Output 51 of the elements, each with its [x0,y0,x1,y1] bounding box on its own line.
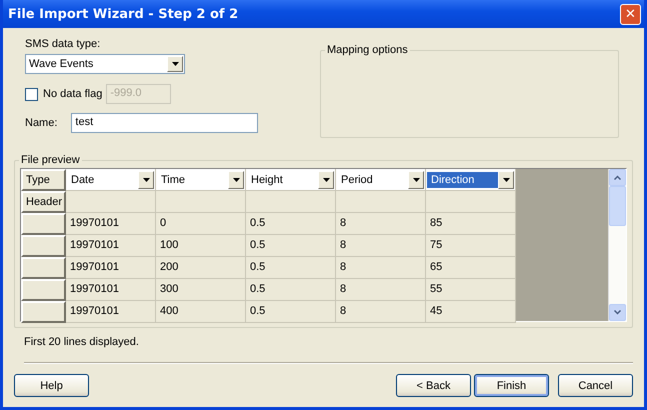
table-cell: 0.5 [246,301,336,323]
row-header [21,235,66,257]
table-cell: 19970101 [66,301,156,323]
table-cell: 8 [336,301,426,323]
data-type-label: SMS data type: [25,38,102,50]
table-cell: 19970101 [66,213,156,235]
table-cell: 100 [156,235,246,257]
table-cell: 400 [156,301,246,323]
table-cell: 19970101 [66,257,156,279]
table-cell: 8 [336,279,426,301]
data-type-dropdown[interactable]: Wave Events [25,54,185,74]
row-header [21,279,66,301]
table-cell: 8 [336,257,426,279]
table-cell: 0.5 [246,279,336,301]
table-cell: 19970101 [66,235,156,257]
scroll-down-icon[interactable] [614,310,621,315]
dialog-button[interactable]: < Back [396,374,471,397]
close-button[interactable]: ✕ [620,4,641,24]
row-header: Header [21,191,66,213]
no-data-flag-label: No data flag [43,88,102,100]
table-cell: 8 [336,213,426,235]
table-cell: 0 [156,213,246,235]
dialog-button[interactable]: Help [14,374,89,397]
table-cell: 8 [336,235,426,257]
table-cell: 19970101 [66,279,156,301]
table-cell: 200 [156,257,246,279]
table-cell: 0.5 [246,235,336,257]
table-cell: 0.5 [246,257,336,279]
name-label: Name: [25,117,58,129]
dialog-button[interactable]: Finish [474,374,549,397]
table-cell: 75 [426,235,516,257]
mapping-options-group: Mapping options [320,44,619,138]
vertical-scrollbar[interactable] [608,169,626,321]
table-cell: 300 [156,279,246,301]
table-cell: 65 [426,257,516,279]
window-title: File Import Wizard - Step 2 of 2 [8,6,238,22]
status-text: First 20 lines displayed. [24,336,140,348]
table-cell: 55 [426,279,516,301]
column-header: Type [21,169,66,191]
dropdown-arrow-icon[interactable] [172,62,178,66]
table-cell: 45 [426,301,516,323]
scroll-up-icon[interactable] [614,175,621,180]
name-field[interactable]: test [71,113,258,133]
row-header [21,213,66,235]
table-cell: 0.5 [246,213,336,235]
column-type-dropdown[interactable]: Direction [427,172,498,188]
row-header [21,301,66,323]
dialog-button[interactable]: Cancel [558,374,633,397]
row-header [21,257,66,279]
table-cell: 85 [426,213,516,235]
file-preview-group: File preview Type Date Time Height Period Direction Header 19970101 0 0.5 8 85 19970101 100 0.5 8 75 19970101 200 0.5 8 65 19970101 300 0.5 8 55 19970101 400 0.5 8 45 [14,154,633,328]
